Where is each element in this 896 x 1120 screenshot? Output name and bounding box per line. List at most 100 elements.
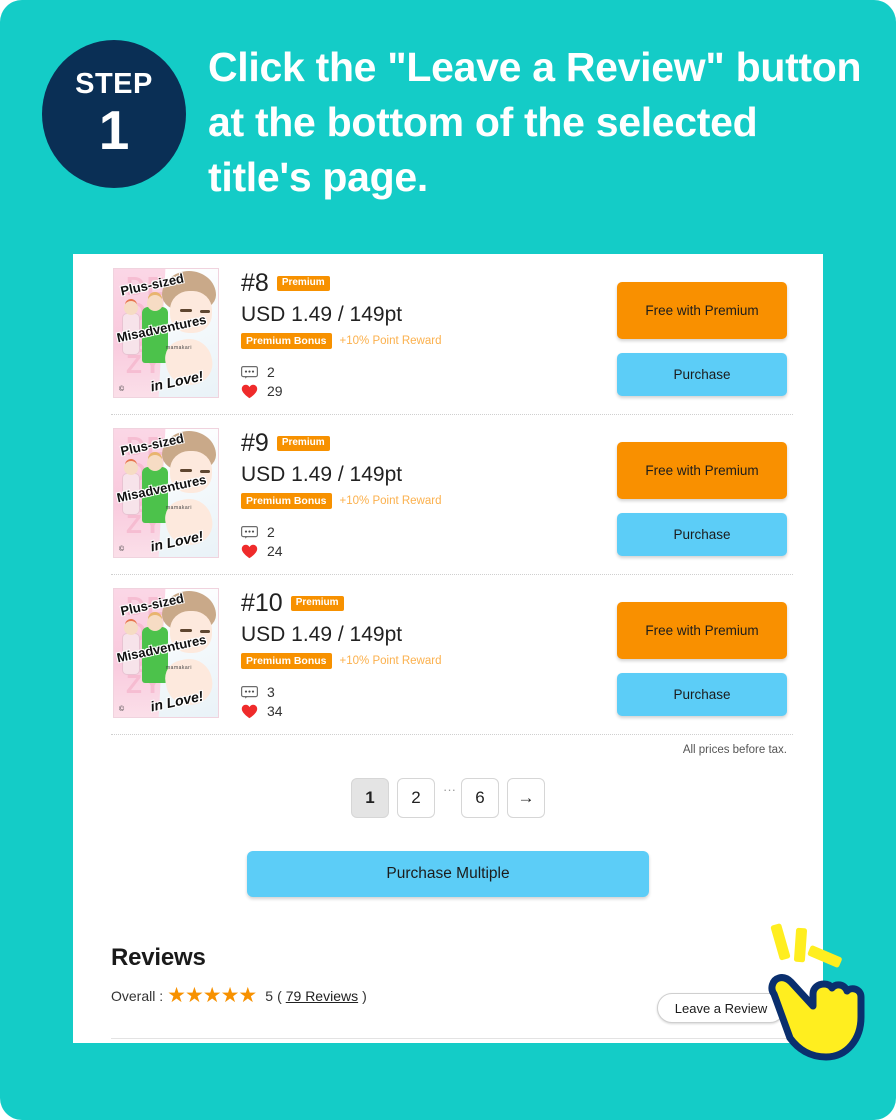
- heart-icon: [241, 384, 258, 399]
- purchase-button[interactable]: Purchase: [617, 353, 787, 396]
- step-word: STEP: [75, 68, 153, 100]
- cover-copyright-mark: ©: [119, 706, 125, 713]
- leave-a-review-button[interactable]: Leave a Review: [657, 993, 785, 1023]
- comment-count: 2: [267, 524, 275, 541]
- pagination-last-page[interactable]: 6: [461, 778, 499, 818]
- overall-label: Overall :: [111, 987, 164, 1004]
- purchase-multiple-button[interactable]: Purchase Multiple: [247, 851, 649, 897]
- heart-icon: [241, 704, 258, 719]
- heart-icon: [241, 544, 258, 559]
- comment-stat: 2: [241, 523, 617, 542]
- rating-value: 5: [265, 987, 274, 1004]
- product-number: #9: [241, 429, 269, 457]
- product-actions: Free with Premium Purchase: [617, 268, 787, 414]
- cover-eye-left: [180, 629, 192, 632]
- like-count: 34: [267, 703, 283, 720]
- star-rating-icons: ★★★★★: [167, 984, 257, 1007]
- product-stats: 2 24: [241, 523, 617, 561]
- comment-stat: 2: [241, 363, 617, 382]
- reviews-count-link[interactable]: 79 Reviews: [286, 988, 358, 1004]
- reviews-paren-open: (: [277, 987, 282, 1004]
- purchase-multiple-wrap: Purchase Multiple: [73, 851, 823, 897]
- premium-bonus-badge: Premium Bonus: [241, 492, 332, 510]
- premium-badge: Premium: [290, 596, 344, 612]
- pagination-next-button[interactable]: →: [507, 778, 545, 818]
- comment-icon: [241, 526, 258, 539]
- comment-icon: [241, 366, 258, 379]
- step-number: 1: [98, 99, 130, 161]
- cover-girl-pink-head: [124, 461, 138, 475]
- cover-thumbnail[interactable]: DEPOQSZY Plus-sized Misadventures in Lov…: [113, 268, 219, 398]
- premium-badge: Premium: [276, 436, 330, 452]
- purchase-button[interactable]: Purchase: [617, 673, 787, 716]
- free-with-premium-button[interactable]: Free with Premium: [617, 282, 787, 339]
- product-number: #10: [241, 589, 283, 617]
- product-actions: Free with Premium Purchase: [617, 428, 787, 574]
- product-number-line: #10 Premium: [241, 589, 617, 618]
- product-stats: 3 34: [241, 683, 617, 721]
- product-row[interactable]: DEPOQSZY Plus-sized Misadventures in Lov…: [73, 574, 823, 734]
- product-price: USD 1.49 / 149pt: [241, 622, 403, 646]
- pagination-page-1[interactable]: 1: [351, 778, 389, 818]
- product-price: USD 1.49 / 149pt: [241, 462, 403, 486]
- bonus-line: Premium Bonus +10% Point Reward: [241, 332, 617, 350]
- comment-count: 3: [267, 684, 275, 701]
- like-stat: 34: [241, 702, 617, 721]
- cover-thumbnail[interactable]: DEPOQSZY Plus-sized Misadventures in Lov…: [113, 428, 219, 558]
- tax-note: All prices before tax.: [682, 744, 787, 756]
- free-with-premium-button[interactable]: Free with Premium: [617, 602, 787, 659]
- bonus-line: Premium Bonus +10% Point Reward: [241, 492, 617, 510]
- product-price: USD 1.49 / 149pt: [241, 302, 403, 326]
- premium-badge: Premium: [276, 276, 330, 292]
- product-number-line: #9 Premium: [241, 429, 617, 458]
- cover-eye-left: [180, 469, 192, 472]
- cover-copyright-mark: ©: [119, 386, 125, 393]
- product-info: #10 Premium USD 1.49 / 149pt Premium Bon…: [219, 588, 617, 734]
- cover-author: mamakari: [166, 345, 192, 351]
- product-number-line: #8 Premium: [241, 269, 617, 298]
- screenshot-card: DEPOQSZY Plus-sized Misadventures in Lov…: [73, 254, 823, 1043]
- product-info: #9 Premium USD 1.49 / 149pt Premium Bonu…: [219, 428, 617, 574]
- cover-eye-left: [180, 309, 192, 312]
- cover-author: mamakari: [166, 665, 192, 671]
- premium-bonus-badge: Premium Bonus: [241, 332, 332, 350]
- comment-icon: [241, 686, 258, 699]
- pagination-ellipsis: ···: [443, 782, 456, 797]
- step-badge: STEP 1: [42, 40, 186, 188]
- cover-girl-green-head: [147, 295, 163, 311]
- point-reward-text: +10% Point Reward: [339, 654, 442, 667]
- poster-stage: STEP 1 Click the "Leave a Review" button…: [0, 0, 896, 1120]
- cover-thumbnail[interactable]: DEPOQSZY Plus-sized Misadventures in Lov…: [113, 588, 219, 718]
- comment-count: 2: [267, 364, 275, 381]
- headline-text: Click the "Leave a Review" button at the…: [208, 44, 862, 200]
- reviews-section: Reviews Overall : ★★★★★ 5 (79 Reviews) L…: [73, 944, 823, 1023]
- point-reward-text: +10% Point Reward: [339, 334, 442, 347]
- cover-girl-green-head: [147, 615, 163, 631]
- point-reward-text: +10% Point Reward: [339, 494, 442, 507]
- like-count: 24: [267, 543, 283, 560]
- pagination-page-2[interactable]: 2: [397, 778, 435, 818]
- like-count: 29: [267, 383, 283, 400]
- free-with-premium-button[interactable]: Free with Premium: [617, 442, 787, 499]
- comment-stat: 3: [241, 683, 617, 702]
- like-stat: 24: [241, 542, 617, 561]
- instruction-header: STEP 1 Click the "Leave a Review" button…: [0, 0, 896, 232]
- cover-girl-green-head: [147, 455, 163, 471]
- tax-note-row: All prices before tax.: [73, 734, 823, 768]
- cover-girl-pink-head: [124, 301, 138, 315]
- premium-bonus-badge: Premium Bonus: [241, 652, 332, 670]
- bonus-line: Premium Bonus +10% Point Reward: [241, 652, 617, 670]
- product-row[interactable]: DEPOQSZY Plus-sized Misadventures in Lov…: [73, 414, 823, 574]
- purchase-button[interactable]: Purchase: [617, 513, 787, 556]
- bottom-divider: [111, 1038, 787, 1039]
- product-number: #8: [241, 269, 269, 297]
- product-row[interactable]: DEPOQSZY Plus-sized Misadventures in Lov…: [73, 254, 823, 414]
- reviews-paren-close: ): [362, 987, 367, 1004]
- cover-copyright-mark: ©: [119, 546, 125, 553]
- pagination: 1 2 ··· 6 →: [73, 778, 823, 818]
- product-info: #8 Premium USD 1.49 / 149pt Premium Bonu…: [219, 268, 617, 414]
- product-stats: 2 29: [241, 363, 617, 401]
- cover-girl-pink-head: [124, 621, 138, 635]
- product-actions: Free with Premium Purchase: [617, 588, 787, 734]
- cover-author: mamakari: [166, 505, 192, 511]
